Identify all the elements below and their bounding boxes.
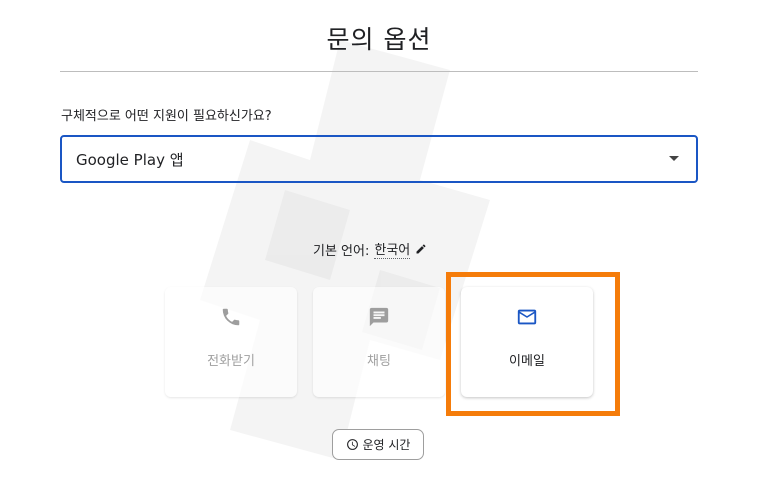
option-card-phone[interactable]: 전화받기	[165, 287, 297, 397]
language-value[interactable]: 한국어	[374, 239, 411, 259]
option-card-email[interactable]: 이메일	[461, 287, 593, 397]
pencil-icon[interactable]	[415, 243, 427, 255]
page-title: 문의 옵션	[326, 25, 432, 54]
language-label: 기본 언어:	[313, 243, 370, 259]
mail-icon	[461, 306, 593, 328]
title-divider	[60, 71, 698, 72]
option-card-label: 채팅	[367, 354, 391, 369]
clock-icon	[346, 438, 359, 451]
support-question-label: 구체적으로 어떤 지원이 필요하신가요?	[61, 109, 272, 124]
chat-icon	[313, 306, 445, 328]
business-hours-button[interactable]: 운영 시간	[332, 429, 424, 460]
business-hours-label: 운영 시간	[362, 438, 411, 452]
option-card-chat[interactable]: 채팅	[313, 287, 445, 397]
support-type-selected-value: Google Play 앱	[76, 151, 184, 169]
option-card-label: 전화받기	[207, 354, 255, 369]
chevron-down-icon[interactable]	[669, 156, 679, 161]
language-row: 기본 언어: 한국어	[313, 239, 427, 259]
phone-icon	[165, 306, 297, 328]
option-card-label: 이메일	[509, 354, 545, 369]
support-type-select[interactable]: Google Play 앱	[60, 135, 698, 183]
